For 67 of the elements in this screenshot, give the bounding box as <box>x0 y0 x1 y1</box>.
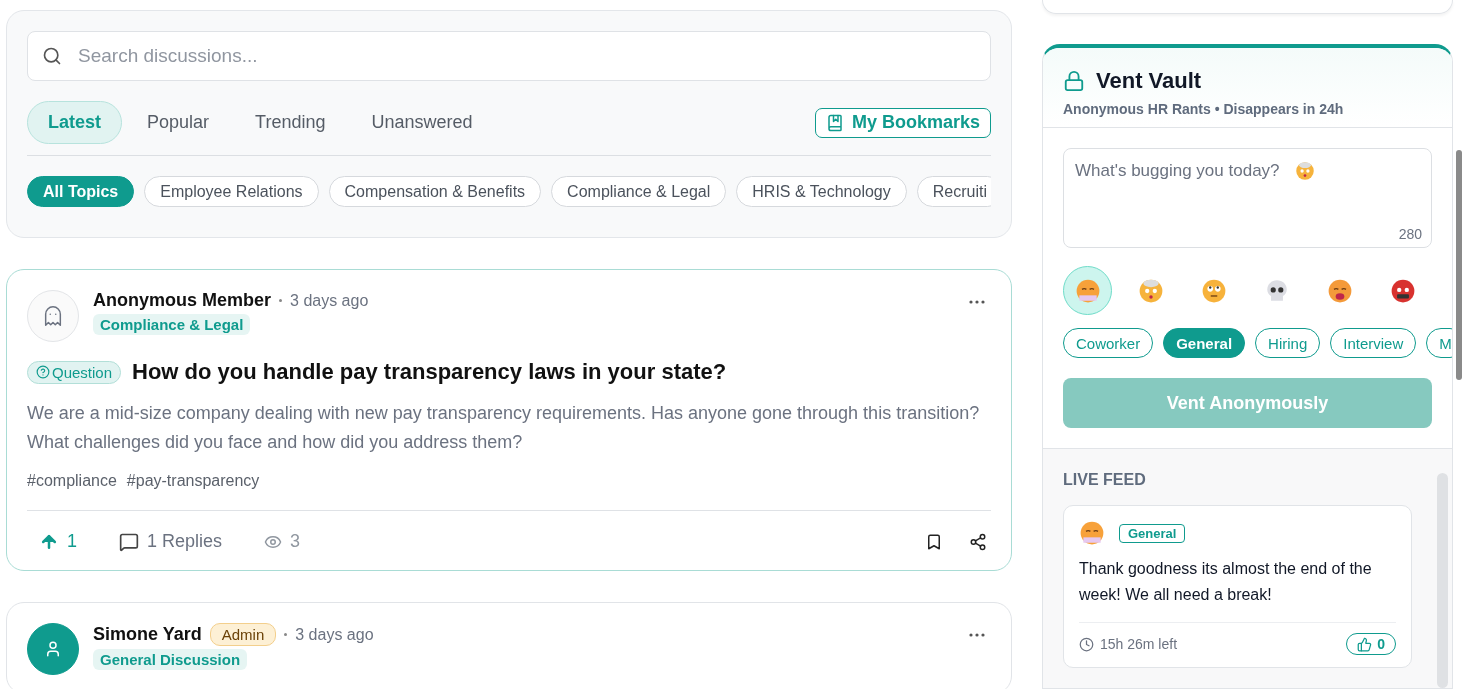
search-field[interactable]: Search discussions... <box>27 31 991 81</box>
topic-chip[interactable]: Employee Relations <box>144 176 319 207</box>
topic-chip[interactable]: All Topics <box>27 176 135 207</box>
vent-category-chip[interactable]: Coworker <box>1063 328 1154 358</box>
emoji-face-icon <box>1079 520 1105 546</box>
views-count: 3 <box>264 531 301 552</box>
ghost-icon <box>42 305 64 327</box>
more-icon <box>969 633 985 637</box>
author-name: Simone Yard <box>93 624 202 645</box>
separator-dot <box>284 633 288 636</box>
user-icon <box>44 640 62 658</box>
emoji-face-icon <box>1327 277 1354 304</box>
more-button[interactable] <box>969 300 985 304</box>
time-left: 15h 26m left <box>1100 636 1178 652</box>
scrollbar[interactable] <box>1437 473 1448 688</box>
topic-chip[interactable]: Compensation & Benefits <box>328 176 542 207</box>
author-name: Anonymous Member <box>93 290 272 311</box>
vent-category-chip[interactable]: Interview <box>1330 328 1417 358</box>
hashtag[interactable]: #pay-transparency <box>126 472 260 490</box>
thumbs-up-icon <box>1357 636 1373 652</box>
post-body: We are a mid-size company dealing with new pay transparency requirements. Has anyone gone through this transition? What challenges did you face and how did you address them? <box>27 402 981 454</box>
tab[interactable]: Trending <box>234 101 347 144</box>
question-badge: Question <box>27 360 122 384</box>
share-button[interactable] <box>969 532 987 551</box>
like-button[interactable]: 0 <box>1346 633 1396 655</box>
post-title[interactable]: How do you handle pay transparency laws in your state? <box>132 359 727 385</box>
vent-category-chip[interactable]: M <box>1426 328 1452 358</box>
category-tag: General <box>1119 523 1186 543</box>
emoji-face-icon <box>1074 277 1101 304</box>
bookmarks-button[interactable]: My Bookmarks <box>814 107 991 138</box>
clock-icon <box>1079 636 1094 652</box>
emoji-face-icon <box>1295 161 1315 181</box>
emoji-face-icon <box>1137 277 1164 304</box>
role-badge: Admin <box>209 623 277 646</box>
more-button[interactable] <box>969 633 985 637</box>
emoji-face-icon <box>1390 277 1417 304</box>
topic-chip[interactable]: Compliance & Legal <box>551 176 727 207</box>
book-icon <box>825 113 844 132</box>
share-icon <box>969 532 987 551</box>
topic-chip[interactable]: HRIS & Technology <box>736 176 907 207</box>
topic-chip[interactable]: Recruiti <box>916 176 991 207</box>
hashtag[interactable]: #compliance <box>27 472 117 490</box>
category-tag: General Discussion <box>93 649 248 670</box>
replies-button[interactable]: 1 Replies <box>119 531 223 552</box>
feed-heading: LIVE FEED <box>1063 471 1147 489</box>
lock-icon <box>1063 70 1085 92</box>
comment-icon <box>119 531 139 552</box>
post-time: 3 days ago <box>290 291 369 310</box>
tab[interactable]: Unanswered <box>350 101 494 144</box>
bookmark-button[interactable] <box>925 532 943 551</box>
tab[interactable]: Popular <box>126 101 231 144</box>
character-counter: 280 <box>1398 226 1422 242</box>
bookmark-icon <box>925 532 943 551</box>
scrollbar[interactable] <box>1456 150 1462 380</box>
upvote-button[interactable]: 1 <box>39 531 77 552</box>
search-icon <box>42 46 62 66</box>
category-tag: Compliance & Legal <box>93 314 251 335</box>
vent-category-chip[interactable]: General <box>1163 328 1246 358</box>
panel-subtitle: Anonymous HR Rants • Disappears in 24h <box>1063 101 1345 117</box>
more-icon <box>969 300 985 304</box>
separator-dot <box>279 299 283 302</box>
emoji-face-icon <box>1200 277 1227 304</box>
vent-category-chip[interactable]: Hiring <box>1255 328 1321 358</box>
post-time: 3 days ago <box>295 625 374 644</box>
panel-title: Vent Vault <box>1096 68 1202 94</box>
vent-text: Thank goodness its almost the end of the week! We all need a break! <box>1079 559 1373 605</box>
tab[interactable]: Latest <box>27 101 122 144</box>
